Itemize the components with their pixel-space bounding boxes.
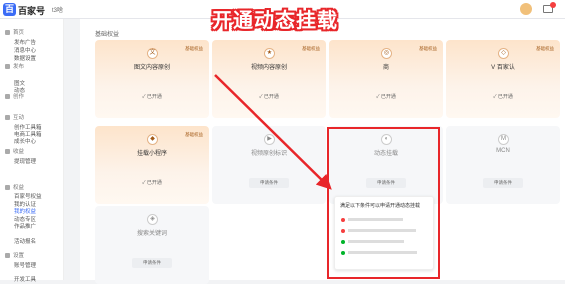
sidebar-section-label: 互动 (13, 115, 25, 121)
brand-name: 百家号 (18, 6, 46, 16)
conditions-popover: 满足以下条件可以申请开通动态挂载 (334, 196, 434, 270)
condition-row (341, 228, 416, 233)
sidebar-item[interactable]: 开发工具 (14, 275, 36, 283)
card-title: 视频原创标识 (250, 151, 287, 157)
card-title: 挂载小程序 (136, 151, 167, 157)
sidebar-item[interactable]: 动态 (14, 86, 25, 94)
sidebar-item[interactable]: 百家号权益 (14, 192, 42, 200)
sidebar-section[interactable]: 互动 (5, 113, 24, 121)
status-dot-icon (341, 250, 345, 255)
message-icon[interactable] (543, 2, 556, 13)
sidebar-section[interactable]: 收益 (5, 147, 24, 155)
benefit-card[interactable]: 基础权益 ◇ V 百家认 ✓ 已开通 (446, 40, 560, 118)
card-tag: 基础权益 (536, 46, 554, 51)
sidebar-section[interactable]: 设置 (5, 251, 24, 259)
benefit-icon: M (498, 134, 509, 145)
condition-text-placeholder (348, 251, 417, 255)
card-status: ✓ 已开通 (376, 94, 396, 100)
apply-condition-button[interactable]: 申请条件 (249, 178, 289, 188)
sidebar-item[interactable]: 提现管理 (14, 157, 36, 165)
account-name[interactable]: t3啥 (52, 5, 63, 14)
avatar[interactable] (520, 3, 532, 15)
benefit-icon: ◇ (498, 48, 509, 59)
sidebar-section-label: 创作 (13, 94, 25, 100)
sidebar-item[interactable]: 账号管理 (14, 261, 36, 269)
sidebar-item[interactable]: 消息中心 (14, 46, 36, 54)
sidebar-item[interactable]: 成长中心 (14, 137, 36, 145)
condition-row (341, 217, 403, 222)
section-icon (5, 149, 10, 155)
card-status: ✓ 已开通 (259, 94, 279, 100)
benefit-icon: 文 (147, 48, 158, 59)
sidebar-section-label: 收益 (13, 149, 25, 155)
card-title: 视频内容原创 (250, 65, 287, 71)
benefit-icon: ▶ (264, 134, 275, 145)
apply-condition-button[interactable]: 申请条件 (132, 258, 172, 268)
condition-row (341, 250, 417, 255)
benefit-card[interactable]: ▶ 视频原创标识申请条件 (212, 126, 326, 204)
card-status: ✓ 已开通 (142, 94, 162, 100)
sidebar-item[interactable]: 数据设置 (14, 54, 36, 62)
card-title: V 百家认 (491, 65, 515, 71)
condition-text-placeholder (348, 229, 416, 233)
section-title: 基础权益 (95, 32, 120, 38)
section-icon (5, 115, 10, 121)
section-icon (5, 185, 10, 191)
benefit-card[interactable]: 基础权益 ◆ 挂载小程序 ✓ 已开通 (95, 126, 209, 204)
benefit-icon: ★ (264, 48, 275, 59)
sidebar-section[interactable]: 首页 (5, 28, 24, 36)
sidebar-section-label: 权益 (13, 185, 25, 191)
card-status: ✓ 已开通 (493, 94, 513, 100)
benefit-icon: ◆ (147, 134, 158, 145)
card-title: 搜索关键词 (136, 231, 167, 237)
card-title: 商 (382, 65, 389, 71)
benefit-card[interactable]: ◈ 搜索关键词申请条件 (95, 206, 209, 284)
notification-dot (550, 2, 556, 8)
status-dot-icon (341, 217, 345, 222)
benefit-icon: ◈ (147, 214, 158, 225)
card-status: ✓ 已开通 (142, 180, 162, 186)
benefit-card[interactable]: 基础权益 ★ 视频内容原创 ✓ 已开通 (212, 40, 326, 118)
sidebar-section[interactable]: 权益 (5, 183, 24, 191)
condition-row (341, 239, 404, 244)
benefit-card[interactable]: 基础权益 文图文内容原创 ✓ 已开通 (95, 40, 209, 118)
section-icon (5, 94, 10, 100)
sidebar-section[interactable]: 发布 (5, 62, 24, 70)
card-tag: 基础权益 (185, 132, 203, 137)
apply-condition-button[interactable]: 申请条件 (483, 178, 523, 188)
card-tag: 基础权益 (302, 46, 320, 51)
sidebar-item[interactable]: 发布广告 (14, 38, 36, 46)
sidebar-section-label: 设置 (13, 253, 25, 259)
condition-text-placeholder (348, 240, 404, 244)
condition-text-placeholder (348, 218, 403, 222)
section-icon (5, 30, 10, 36)
benefit-card[interactable]: 基础权益 ◎ 商 ✓ 已开通 (329, 40, 443, 118)
section-icon (5, 64, 10, 70)
card-tag: 基础权益 (185, 46, 203, 51)
status-dot-icon (341, 228, 345, 233)
section-icon (5, 253, 10, 259)
sidebar-item[interactable]: 作品推广 (14, 222, 36, 230)
card-tag: 基础权益 (419, 46, 437, 51)
baijiahao-logo-icon[interactable]: 百 (3, 3, 16, 16)
sidebar: 首页 发布 创作 互动 收益 权益 设置 发布广告 消息中心 数据设置 图文 动态 创作工具箱 电商工具箱… (0, 19, 64, 283)
status-dot-icon (341, 239, 345, 244)
sidebar-item[interactable]: 我的权益 (14, 207, 36, 215)
conditions-title: 满足以下条件可以申请开通动态挂载 (340, 203, 421, 209)
sidebar-section-label: 首页 (13, 30, 25, 36)
card-title: MCN (496, 148, 510, 154)
card-title: 图文内容原创 (133, 65, 170, 71)
benefit-icon: ◎ (381, 48, 392, 59)
benefit-card[interactable]: M MCN 申请条件 (446, 126, 560, 204)
annotation-banner: 开通动态挂载 (212, 10, 338, 32)
sidebar-section-label: 发布 (13, 64, 25, 70)
sidebar-item[interactable]: 活动报名 (14, 237, 36, 245)
